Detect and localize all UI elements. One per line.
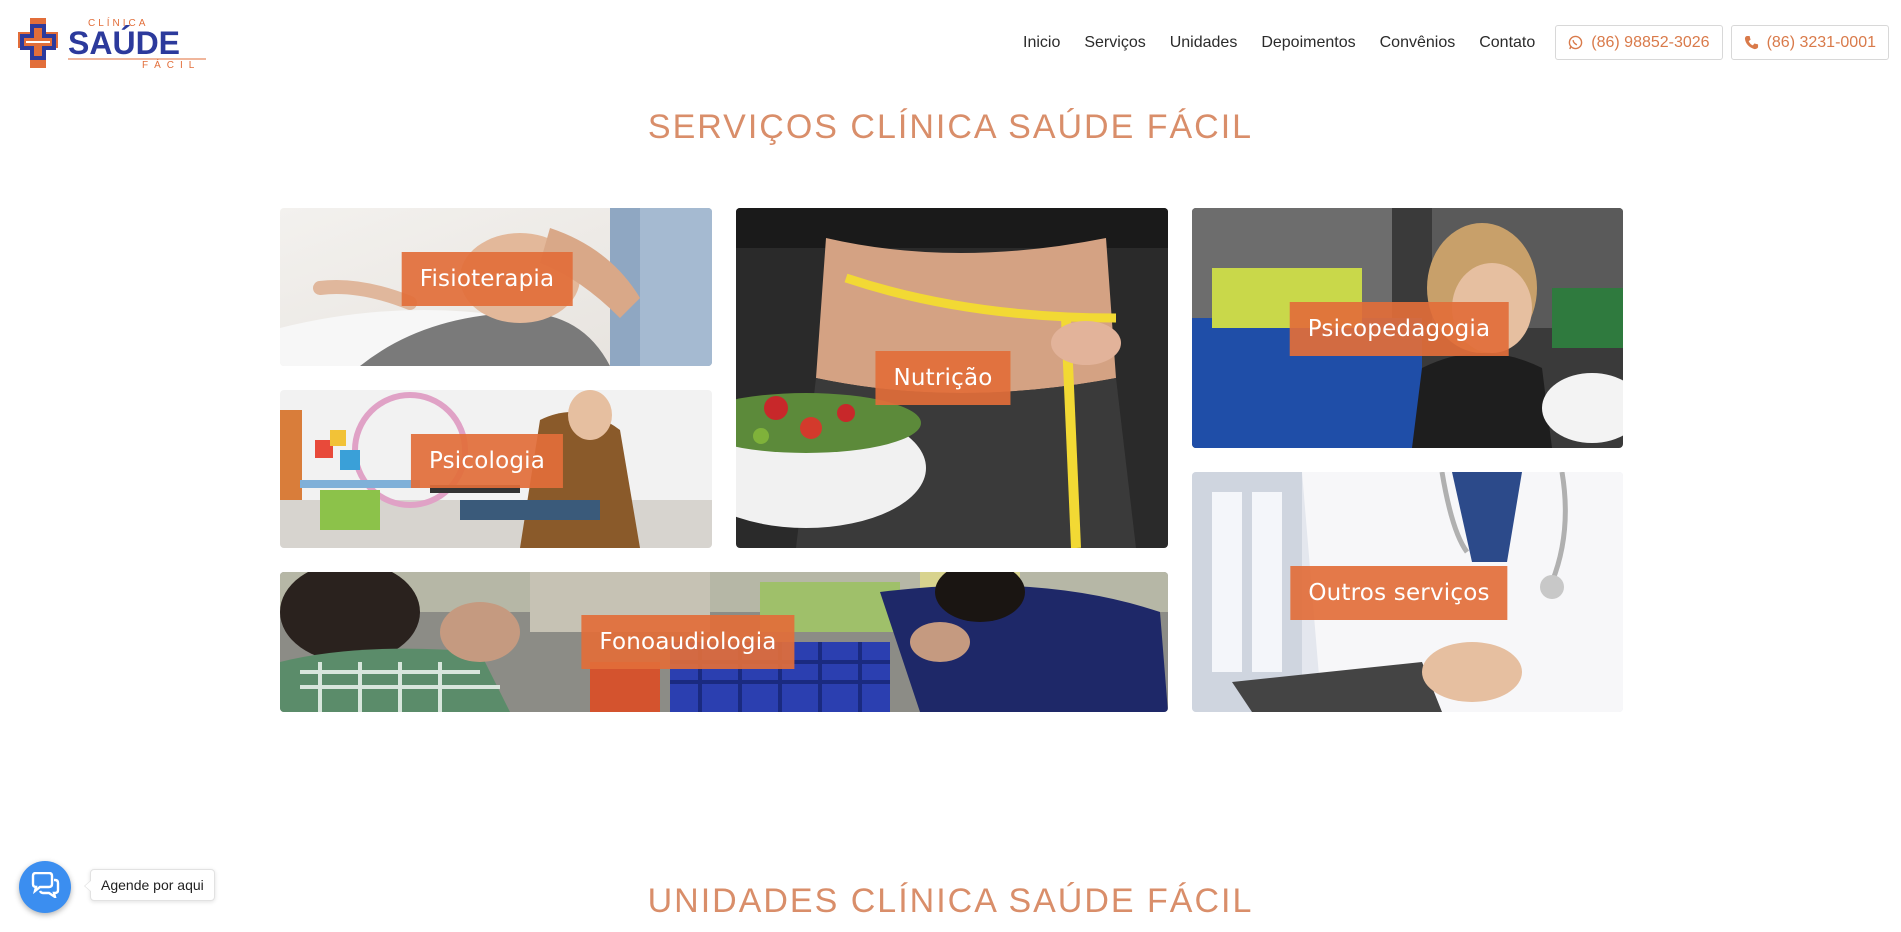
services-title: SERVIÇOS CLÍNICA SAÚDE FÁCIL [647, 108, 1254, 146]
nav-inicio[interactable]: Inicio [1023, 34, 1060, 52]
service-label-fonoaudiologia: Fonoaudiologia [581, 615, 795, 669]
site-header: CLÍNICA SAÚDE FÁCIL Inicio Serviços Unid… [0, 0, 1901, 86]
logo-cross-icon: CLÍNICA SAÚDE FÁCIL [18, 16, 206, 71]
service-card-fisioterapia[interactable]: Fisioterapia [280, 208, 712, 366]
nav-servicos[interactable]: Serviços [1084, 34, 1145, 52]
main-nav: Inicio Serviços Unidades Depoimentos Con… [1023, 25, 1889, 60]
service-card-fonoaudiologia[interactable]: Fonoaudiologia [280, 572, 1168, 712]
svg-text:SAÚDE: SAÚDE [68, 25, 180, 61]
phone-number: (86) 3231-0001 [1766, 33, 1876, 51]
whatsapp-number: (86) 98852-3026 [1591, 33, 1710, 51]
nav-unidades[interactable]: Unidades [1170, 34, 1238, 52]
whatsapp-icon [1568, 35, 1583, 50]
service-card-nutricao[interactable]: Nutrição [736, 208, 1168, 548]
units-title: UNIDADES CLÍNICA SAÚDE FÁCIL [647, 882, 1254, 920]
phone-button[interactable]: (86) 3231-0001 [1730, 25, 1889, 60]
service-label-fisioterapia: Fisioterapia [401, 252, 573, 306]
service-card-psicopedagogia[interactable]: Psicopedagogia [1192, 208, 1623, 448]
nav-contato[interactable]: Contato [1479, 34, 1535, 52]
chat-button[interactable] [19, 861, 71, 913]
service-label-nutricao: Nutrição [875, 351, 1011, 405]
service-card-psicologia[interactable]: Psicologia [280, 390, 712, 548]
chat-bubbles-icon [30, 871, 60, 903]
service-label-psicopedagogia: Psicopedagogia [1289, 302, 1509, 356]
clinic-logo[interactable]: CLÍNICA SAÚDE FÁCIL [16, 14, 212, 71]
svg-text:FÁCIL: FÁCIL [142, 58, 200, 70]
service-label-outros-servicos: Outros serviços [1290, 566, 1508, 620]
nav-convenios[interactable]: Convênios [1380, 34, 1456, 52]
whatsapp-button[interactable]: (86) 98852-3026 [1555, 25, 1723, 60]
nav-depoimentos[interactable]: Depoimentos [1261, 34, 1355, 52]
phone-icon [1744, 35, 1759, 50]
chat-tooltip[interactable]: Agende por aqui [84, 869, 215, 901]
service-card-outros-servicos[interactable]: Outros serviços [1192, 472, 1623, 712]
service-label-psicologia: Psicologia [410, 434, 564, 488]
